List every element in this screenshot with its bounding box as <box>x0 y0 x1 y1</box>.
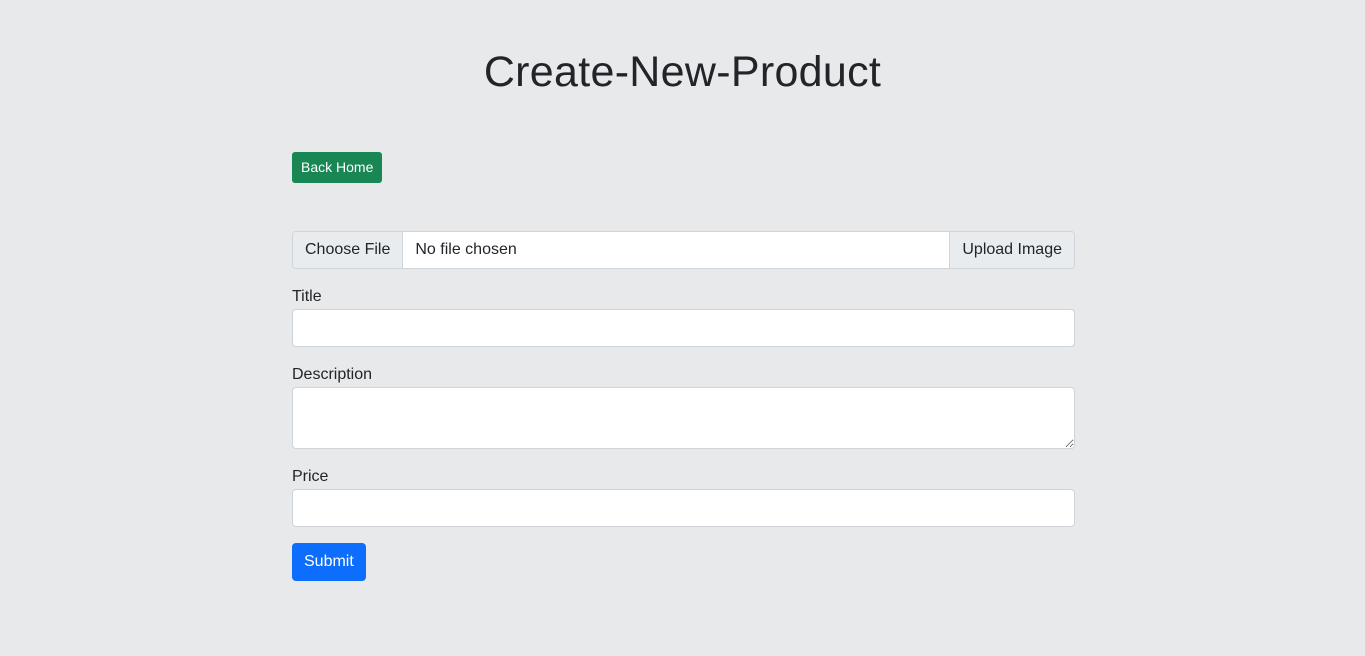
back-home-button[interactable]: Back Home <box>292 152 383 183</box>
upload-image-button[interactable]: Upload Image <box>949 232 1074 268</box>
title-input[interactable] <box>292 309 1075 347</box>
image-upload-group: Choose File No file chosen Upload Image <box>292 231 1075 269</box>
title-label: Title <box>292 288 322 305</box>
file-status-text[interactable]: No file chosen <box>403 232 949 268</box>
description-label: Description <box>292 366 373 383</box>
create-product-page: Create-New-Product Back Home Choose File… <box>0 0 1365 656</box>
submit-button[interactable]: Submit <box>292 543 366 581</box>
price-input[interactable] <box>292 489 1075 527</box>
description-textarea[interactable] <box>292 387 1075 449</box>
page-title: Create-New-Product <box>483 48 882 96</box>
price-label: Price <box>292 468 329 485</box>
choose-file-button[interactable]: Choose File <box>293 232 404 268</box>
